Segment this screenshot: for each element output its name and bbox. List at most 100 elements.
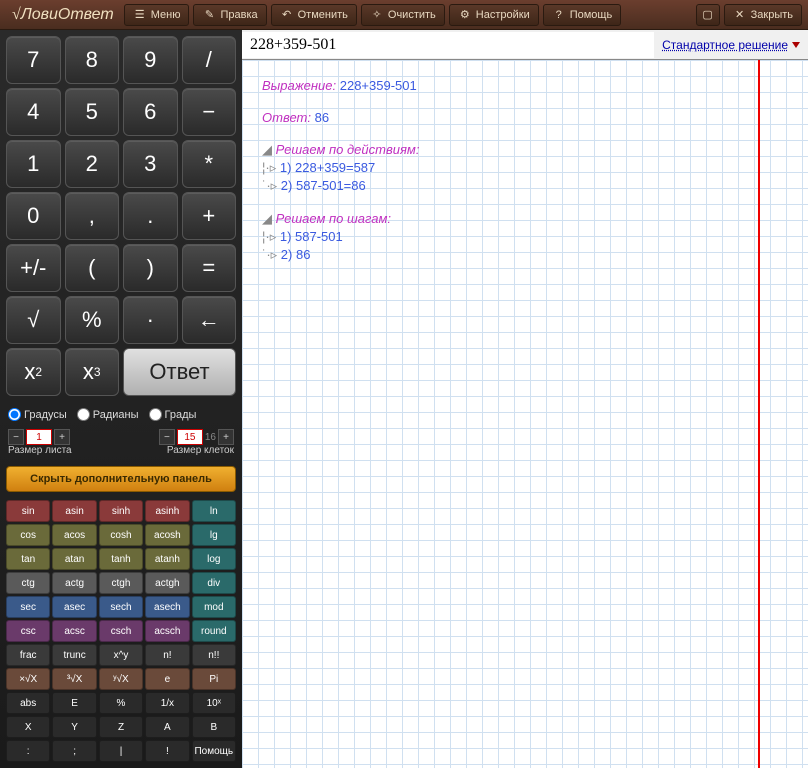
key-8[interactable]: 8 <box>65 36 120 84</box>
func-round[interactable]: round <box>192 620 236 642</box>
func-abs[interactable]: abs <box>6 692 50 714</box>
by-actions-header[interactable]: Решаем по действиям: <box>276 142 420 157</box>
key-cube[interactable]: x3 <box>65 348 120 396</box>
func-[interactable]: % <box>99 692 143 714</box>
key-equals[interactable]: = <box>182 244 237 292</box>
func-ctgh[interactable]: ctgh <box>99 572 143 594</box>
key-5[interactable]: 5 <box>65 88 120 136</box>
key-backspace[interactable]: ← <box>182 296 237 344</box>
func-asin[interactable]: asin <box>52 500 96 522</box>
angle-grads[interactable]: Грады <box>149 408 197 421</box>
cell-inc-button[interactable]: + <box>218 429 234 445</box>
angle-degrees[interactable]: Градусы <box>8 408 67 421</box>
sheet-size-input[interactable] <box>26 429 52 445</box>
func-lg[interactable]: lg <box>192 524 236 546</box>
key-6[interactable]: 6 <box>123 88 178 136</box>
func-mod[interactable]: mod <box>192 596 236 618</box>
solution-type-dropdown[interactable]: Стандартное решение <box>654 38 808 52</box>
key-comma[interactable]: , <box>65 192 120 240</box>
func-frac[interactable]: frac <box>6 644 50 666</box>
func-z[interactable]: Z <box>99 716 143 738</box>
func-n[interactable]: n!! <box>192 644 236 666</box>
undo-button[interactable]: ↶Отменить <box>271 4 357 26</box>
func-a[interactable]: A <box>145 716 189 738</box>
func-[interactable]: Помощь <box>192 740 236 762</box>
cell-dec-button[interactable]: − <box>159 429 175 445</box>
func-e[interactable]: e <box>145 668 189 690</box>
func-[interactable]: ; <box>52 740 96 762</box>
func-x[interactable]: ʸ√X <box>99 668 143 690</box>
func-xy[interactable]: x^y <box>99 644 143 666</box>
key-3[interactable]: 3 <box>123 140 178 188</box>
key-rparen[interactable]: ) <box>123 244 178 292</box>
func-actg[interactable]: actg <box>52 572 96 594</box>
func-[interactable]: : <box>6 740 50 762</box>
func-ctg[interactable]: ctg <box>6 572 50 594</box>
help-button[interactable]: ?Помощь <box>543 4 622 26</box>
func-atanh[interactable]: atanh <box>145 548 189 570</box>
func-pi[interactable]: Pi <box>192 668 236 690</box>
func-atan[interactable]: atan <box>52 548 96 570</box>
func-log[interactable]: log <box>192 548 236 570</box>
func-sec[interactable]: sec <box>6 596 50 618</box>
func-csc[interactable]: csc <box>6 620 50 642</box>
cell-size-input[interactable] <box>177 429 203 445</box>
key-lparen[interactable]: ( <box>65 244 120 292</box>
func-csch[interactable]: csch <box>99 620 143 642</box>
key-divide[interactable]: / <box>182 36 237 84</box>
func-y[interactable]: Y <box>52 716 96 738</box>
func-actgh[interactable]: actgh <box>145 572 189 594</box>
key-plusminus[interactable]: +/- <box>6 244 61 292</box>
func-10[interactable]: 10ˣ <box>192 692 236 714</box>
sheet-dec-button[interactable]: − <box>8 429 24 445</box>
edit-button[interactable]: ✎Правка <box>193 4 266 26</box>
key-7[interactable]: 7 <box>6 36 61 84</box>
key-0[interactable]: 0 <box>6 192 61 240</box>
key-percent[interactable]: % <box>65 296 120 344</box>
clear-button[interactable]: ✧Очистить <box>361 4 445 26</box>
toggle-extra-panel-button[interactable]: Скрыть дополнительную панель <box>6 466 236 492</box>
key-plus[interactable]: + <box>182 192 237 240</box>
func-trunc[interactable]: trunc <box>52 644 96 666</box>
func-acsc[interactable]: acsc <box>52 620 96 642</box>
angle-radians[interactable]: Радианы <box>77 408 139 421</box>
key-square[interactable]: x2 <box>6 348 61 396</box>
func-x[interactable]: ×√X <box>6 668 50 690</box>
func-n[interactable]: n! <box>145 644 189 666</box>
key-sqrt[interactable]: √ <box>6 296 61 344</box>
key-exp[interactable]: · <box>123 296 178 344</box>
key-multiply[interactable]: * <box>182 140 237 188</box>
func-b[interactable]: B <box>192 716 236 738</box>
menu-button[interactable]: ☰Меню <box>124 4 190 26</box>
func-acos[interactable]: acos <box>52 524 96 546</box>
minimize-button[interactable]: ▢ <box>696 4 720 26</box>
key-2[interactable]: 2 <box>65 140 120 188</box>
key-1[interactable]: 1 <box>6 140 61 188</box>
func-acsch[interactable]: acsch <box>145 620 189 642</box>
func-e[interactable]: E <box>52 692 96 714</box>
func-div[interactable]: div <box>192 572 236 594</box>
func-asech[interactable]: asech <box>145 596 189 618</box>
func-sin[interactable]: sin <box>6 500 50 522</box>
func-tanh[interactable]: tanh <box>99 548 143 570</box>
func-asinh[interactable]: asinh <box>145 500 189 522</box>
func-ln[interactable]: ln <box>192 500 236 522</box>
key-4[interactable]: 4 <box>6 88 61 136</box>
func-[interactable]: | <box>99 740 143 762</box>
by-steps-header[interactable]: Решаем по шагам: <box>276 211 391 226</box>
func-x[interactable]: ³√X <box>52 668 96 690</box>
func-tan[interactable]: tan <box>6 548 50 570</box>
formula-input[interactable] <box>242 32 654 58</box>
func-sech[interactable]: sech <box>99 596 143 618</box>
settings-button[interactable]: ⚙Настройки <box>449 4 539 26</box>
key-answer[interactable]: Ответ <box>123 348 236 396</box>
key-dot[interactable]: . <box>123 192 178 240</box>
close-button[interactable]: ✕Закрыть <box>724 4 802 26</box>
sheet-inc-button[interactable]: + <box>54 429 70 445</box>
func-x[interactable]: X <box>6 716 50 738</box>
func-acosh[interactable]: acosh <box>145 524 189 546</box>
func-[interactable]: ! <box>145 740 189 762</box>
func-cosh[interactable]: cosh <box>99 524 143 546</box>
key-minus[interactable]: − <box>182 88 237 136</box>
func-1x[interactable]: 1/x <box>145 692 189 714</box>
